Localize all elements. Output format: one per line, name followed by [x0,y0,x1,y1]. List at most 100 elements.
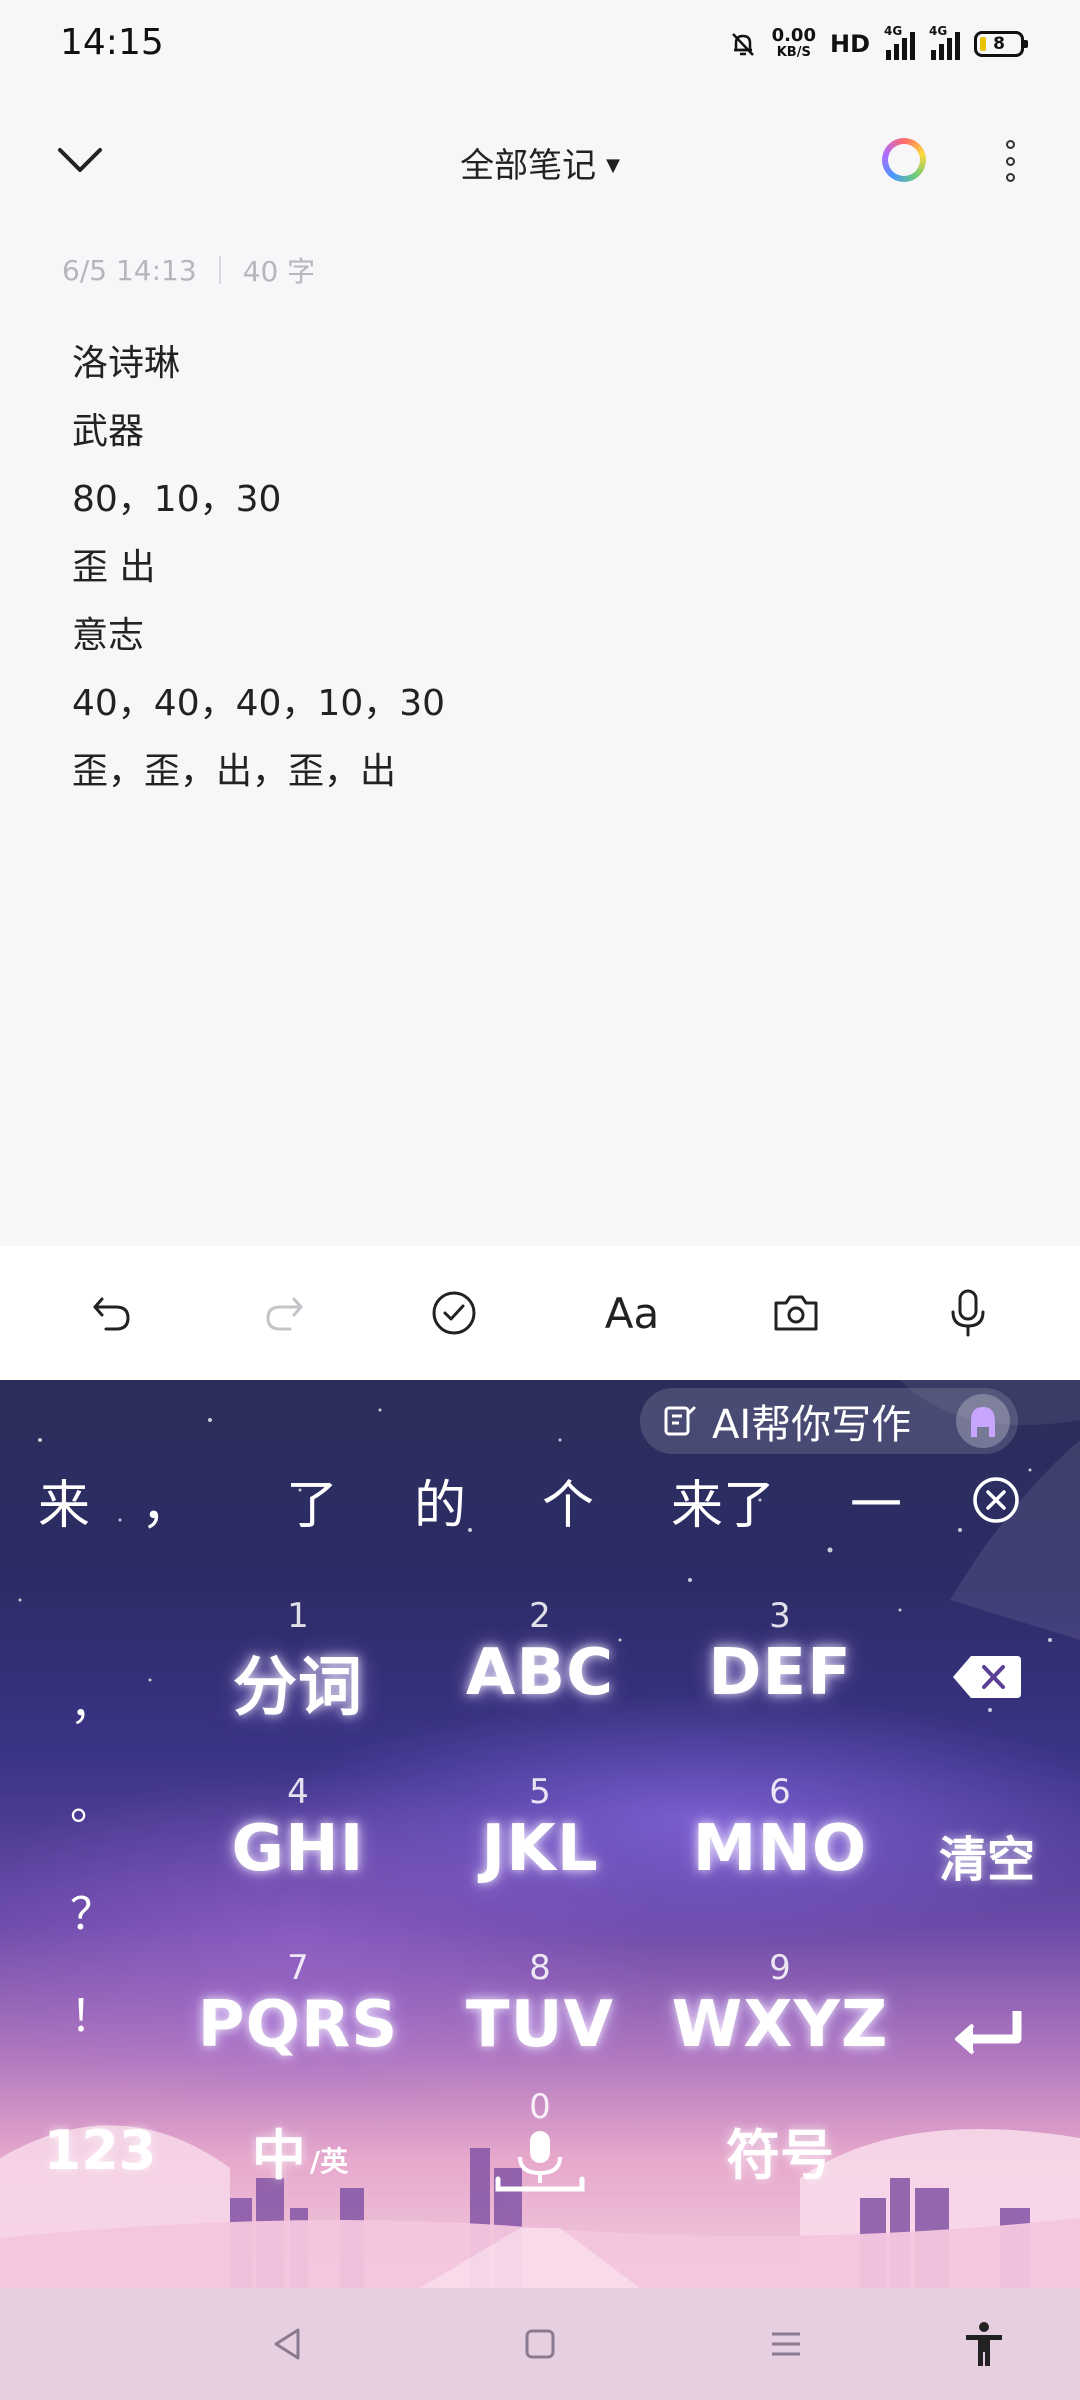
key-2[interactable]: 2 ABC [440,1596,640,1746]
key-letters: DEF [708,1636,852,1710]
signal2-label: 4G [929,24,948,38]
key-number: 8 [529,1948,551,1988]
net-speed-value: 0.00 [771,25,816,46]
caret-down-icon: ▼ [606,155,620,176]
key-number: 4 [287,1772,309,1812]
home-square-icon [525,2329,555,2359]
key-number: 6 [769,1772,791,1812]
note-line[interactable]: 武器 [72,398,1012,466]
candidate-word[interactable]: 个 [518,1460,618,1540]
dot-icon [1005,140,1015,149]
signal-icon-2: 4G [929,24,960,60]
key-letters: GHI [231,1812,365,1886]
ime-keyboard: AI帮你写作 来 ， 了 的 个 来了 一 ， 。 ？ ！ 1 分词 2 ABC… [0,1380,1080,2288]
key-letters: MNO [692,1812,868,1886]
punct-key[interactable]: 。 [52,1760,132,1840]
note-line[interactable]: 意志 [72,602,1012,670]
key-9[interactable]: 9 WXYZ [672,1948,888,2098]
punct-key[interactable]: ！ [52,1972,132,2052]
theme-color-button[interactable] [882,138,926,182]
candidate-word[interactable]: 了 [262,1460,362,1540]
accessibility-button[interactable] [954,2314,1014,2374]
voice-note-button[interactable] [934,1279,1002,1347]
more-options-button[interactable] [990,136,1030,186]
key-number: 3 [769,1596,791,1636]
nav-home-button[interactable] [510,2314,570,2374]
key-letters: WXYZ [671,1988,889,2062]
checklist-button[interactable] [420,1279,488,1347]
clear-candidates-button[interactable] [970,1474,1022,1526]
candidate-word[interactable]: ， [122,1460,212,1540]
note-word-count: 40 字 [242,255,316,288]
punct-key[interactable]: ， [52,1660,132,1740]
net-speed: 0.00 KB/S [772,27,816,61]
key-letters: ABC [465,1636,615,1710]
space-microphone-icon [495,2131,585,2192]
clear-key[interactable]: 清空 [912,1800,1062,1910]
back-triangle-icon [274,2328,300,2360]
menu-lines-icon [772,2332,800,2356]
key-number: 2 [529,1596,551,1636]
hd-indicator: HD [829,30,870,58]
mute-bell-icon [731,33,754,56]
note-editor[interactable]: 洛诗琳 武器 80，10，30 歪 出 意志 40，40，40，10，30 歪，… [72,330,1012,806]
undo-button[interactable] [78,1279,146,1347]
redo-icon [266,1297,303,1331]
space-key[interactable]: 0 [440,2072,640,2212]
ai-avatar-icon [956,1394,1010,1448]
candidate-word[interactable]: 的 [390,1460,490,1540]
note-meta: 6/5 14:13 40 字 [62,250,315,290]
candidate-word[interactable]: 来了 [648,1460,798,1540]
key-4[interactable]: 4 GHI [198,1772,398,1922]
key-5[interactable]: 5 JKL [440,1772,640,1922]
backspace-key[interactable] [912,1622,1062,1732]
dot-icon [1005,156,1015,166]
punct-key[interactable]: ？ [52,1870,132,1950]
backspace-icon [953,1656,1021,1698]
text-format-button[interactable]: Aa [592,1279,672,1347]
key-3[interactable]: 3 DEF [680,1596,880,1746]
lang-sub-label: /英 [309,2145,349,2178]
key-number: 1 [287,1596,309,1636]
close-circle-icon [973,1477,1019,1523]
symbol-key[interactable]: 符号 [680,2100,880,2200]
battery-level: 8 [993,34,1005,54]
status-time: 14:15 [60,22,164,63]
signal-icon: 4G [884,24,915,60]
enter-key[interactable] [912,1980,1062,2090]
camera-icon [774,1295,818,1331]
key-1[interactable]: 1 分词 [198,1596,398,1746]
status-icons: 0.00 KB/S HD 4G 4G 8 [728,24,1028,64]
key-number: 5 [529,1772,551,1812]
note-header: 全部笔记 ▼ [0,120,1080,200]
key-6[interactable]: 6 MNO [680,1772,880,1922]
note-line[interactable]: 80，10，30 [72,466,1012,534]
nav-back-button[interactable] [258,2314,318,2374]
lang-main-label: 中 [251,2123,306,2187]
battery-icon: 8 [974,31,1028,57]
enter-icon [955,2011,1022,2055]
note-line[interactable]: 洛诗琳 [72,330,1012,398]
undo-icon [93,1297,130,1331]
key-letters: PQRS [197,1988,399,2062]
key-letters: 分词 [233,1651,363,1725]
candidate-word[interactable]: 一 [826,1460,926,1540]
ai-writing-button[interactable]: AI帮你写作 [640,1388,1018,1454]
key-letters: JKL [481,1812,599,1886]
meta-divider [218,256,221,284]
note-line[interactable]: 40，40，40，10，30 [72,670,1012,738]
edit-toolbar: Aa [0,1246,1080,1380]
note-line[interactable]: 歪，歪，出，歪，出 [72,738,1012,806]
zero-number: 0 [529,2087,551,2127]
nav-recents-button[interactable] [756,2314,816,2374]
candidate-word[interactable]: 来 [16,1460,112,1540]
language-switch-key[interactable]: 中 /英 [220,2100,380,2200]
key-number: 9 [769,1948,791,1988]
key-7[interactable]: 7 PQRS [198,1948,398,2098]
note-line[interactable]: 歪 出 [72,534,1012,602]
signal1-label: 4G [884,24,903,38]
number-mode-key[interactable]: 123 [30,2100,170,2200]
redo-button[interactable] [250,1279,318,1347]
camera-button[interactable] [762,1279,830,1347]
folder-title: 全部笔记 [460,146,597,186]
